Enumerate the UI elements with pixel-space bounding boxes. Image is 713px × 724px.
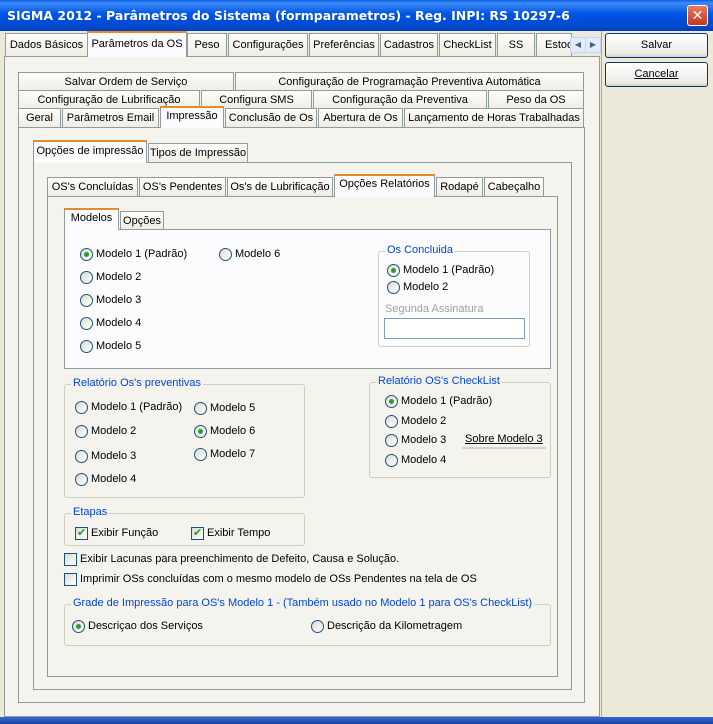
exibir-funcao-label: Exibir Função (91, 527, 159, 539)
exibir-lacunas-label: Exibir Lacunas para preenchimento de Def… (80, 553, 400, 565)
tab-peso-da-os[interactable]: Peso da OS (488, 90, 584, 109)
exibir-lacunas-checkbox[interactable] (64, 553, 77, 566)
prev-modelo3-radio[interactable] (75, 450, 88, 463)
modelo4-label: Modelo 4 (96, 317, 142, 329)
close-icon: ✕ (691, 7, 704, 23)
prev-modelo4-radio[interactable] (75, 473, 88, 486)
check-modelo1-label: Modelo 1 (Padrão) (401, 395, 493, 407)
modelo4-radio[interactable] (80, 317, 93, 330)
modelo6-radio[interactable] (219, 248, 232, 261)
tab-ss[interactable]: SS (497, 33, 535, 56)
prev-modelo4-label: Modelo 4 (91, 473, 137, 485)
sobre-modelo3-button[interactable]: Sobre Modelo 3 (462, 431, 546, 449)
tab-os-lubrificacao[interactable]: Os's de Lubrificação (227, 177, 333, 196)
prev-modelo5-label: Modelo 5 (210, 402, 256, 414)
tab-preferencias[interactable]: Preferências (309, 33, 379, 56)
tab-os-pendentes[interactable]: OS's Pendentes (139, 177, 226, 196)
prev-modelo2-radio[interactable] (75, 425, 88, 438)
tab-conclusao-de-os[interactable]: Conclusão de Os (225, 108, 317, 127)
exibir-tempo-checkbox[interactable] (191, 526, 204, 540)
check-modelo3-label: Modelo 3 (401, 434, 447, 446)
modelo3-radio[interactable] (80, 294, 93, 307)
cancel-button[interactable]: Cancelar (605, 62, 708, 87)
descricao-kilometragem-radio[interactable] (311, 620, 324, 633)
descricao-servicos-label: Descriçao dos Serviços (88, 620, 203, 632)
modelo2-label: Modelo 2 (96, 271, 142, 283)
tab-opcoes-impressao[interactable]: Opções de impressão (33, 140, 147, 163)
tab-parametros-da-os[interactable]: Parâmetros da OS (87, 31, 187, 57)
prev-modelo2-label: Modelo 2 (91, 425, 137, 437)
os-concluida-modelo2-radio[interactable] (387, 281, 400, 294)
tab-opcoes[interactable]: Opções (120, 211, 164, 230)
check-modelo3-radio[interactable] (385, 434, 398, 447)
prev-modelo5-radio[interactable] (194, 402, 207, 415)
descricao-kilometragem-label: Descrição da Kilometragem (327, 620, 463, 632)
tab-configuracoes[interactable]: Configurações (228, 33, 308, 56)
exibir-funcao-checkbox[interactable] (75, 526, 88, 540)
grade-title: Grade de Impressão para OS's Modelo 1 - … (71, 597, 535, 609)
tab-dados-basicos[interactable]: Dados Básicos (5, 33, 88, 56)
tab-config-preventiva[interactable]: Configuração da Preventiva (313, 90, 487, 109)
check-modelo4-label: Modelo 4 (401, 454, 447, 466)
prev-modelo7-label: Modelo 7 (210, 448, 256, 460)
segunda-assinatura-input[interactable] (384, 318, 525, 339)
modelo3-label: Modelo 3 (96, 294, 142, 306)
prev-modelo6-radio[interactable] (194, 425, 207, 438)
tab-impressao[interactable]: Impressão (160, 106, 224, 128)
tab-rodape[interactable]: Rodapé (436, 177, 483, 196)
os-concluida-modelo1-label: Modelo 1 (Padrão) (403, 264, 495, 276)
tab-scroll-right-button[interactable]: ▶ (585, 37, 601, 53)
preventivas-title: Relatório Os's preventivas (71, 377, 204, 389)
imprimir-oss-checkbox[interactable] (64, 573, 77, 586)
segunda-assinatura-label: Segunda Assinatura (385, 303, 484, 315)
prev-modelo6-label: Modelo 6 (210, 425, 256, 437)
modelo2-radio[interactable] (80, 271, 93, 284)
tab-opcoes-relatorios[interactable]: Opções Relatórios (334, 174, 435, 197)
modelo6-label: Modelo 6 (235, 248, 281, 260)
tab-config-programacao-preventiva[interactable]: Configuração de Programação Preventiva A… (235, 72, 584, 91)
os-concluida-title: Os Concluida (385, 244, 456, 256)
tab-scroll-left-button[interactable]: ◀ (570, 37, 586, 53)
prev-modelo3-label: Modelo 3 (91, 450, 137, 462)
tab-cadastros[interactable]: Cadastros (380, 33, 438, 56)
tab-os-concluidas[interactable]: OS's Concluídas (47, 177, 138, 196)
check-modelo2-radio[interactable] (385, 415, 398, 428)
arrow-right-icon: ▶ (589, 40, 597, 49)
check-modelo1-radio[interactable] (385, 395, 398, 408)
os-concluida-modelo1-radio[interactable] (387, 264, 400, 277)
tab-lancamento-horas[interactable]: Lançamento de Horas Trabalhadas (404, 108, 584, 127)
etapas-title: Etapas (71, 506, 110, 518)
check-modelo2-label: Modelo 2 (401, 415, 447, 427)
tab-estoque[interactable]: Estoq (536, 33, 572, 56)
imprimir-oss-label: Imprimir OSs concluídas com o mesmo mode… (80, 573, 477, 585)
descricao-servicos-radio[interactable] (72, 620, 85, 633)
modelo5-radio[interactable] (80, 340, 93, 353)
prev-modelo1-radio[interactable] (75, 401, 88, 414)
tab-modelos[interactable]: Modelos (64, 208, 119, 230)
tab-peso[interactable]: Peso (187, 33, 227, 56)
checklist-title: Relatório OS's CheckList (376, 375, 502, 387)
save-button[interactable]: Salvar (605, 33, 708, 58)
title-bar: SIGMA 2012 - Parâmetros do Sistema (form… (0, 0, 713, 31)
close-button[interactable]: ✕ (687, 5, 708, 26)
check-modelo4-radio[interactable] (385, 454, 398, 467)
modelo5-label: Modelo 5 (96, 340, 142, 352)
modelo1-radio[interactable] (80, 248, 93, 261)
window-title: SIGMA 2012 - Parâmetros do Sistema (form… (7, 8, 570, 23)
arrow-left-icon: ◀ (574, 40, 582, 49)
tab-cabecalho[interactable]: Cabeçalho (484, 177, 544, 196)
action-panel (601, 31, 713, 717)
tab-salvar-ordem-servico[interactable]: Salvar Ordem de Serviço (18, 72, 234, 91)
modelo1-label: Modelo 1 (Padrão) (96, 248, 188, 260)
tab-parametros-email[interactable]: Parâmetros Email (62, 108, 159, 127)
taskbar-strip (0, 717, 713, 724)
tab-abertura-de-os[interactable]: Abertura de Os (318, 108, 403, 127)
prev-modelo7-radio[interactable] (194, 448, 207, 461)
tab-checklist[interactable]: CheckList (439, 33, 496, 56)
tab-tipos-impressao[interactable]: Tipos de Impressão (148, 143, 248, 162)
os-concluida-modelo2-label: Modelo 2 (403, 281, 449, 293)
tab-geral[interactable]: Geral (18, 108, 61, 127)
prev-modelo1-label: Modelo 1 (Padrão) (91, 401, 183, 413)
exibir-tempo-label: Exibir Tempo (207, 527, 271, 539)
